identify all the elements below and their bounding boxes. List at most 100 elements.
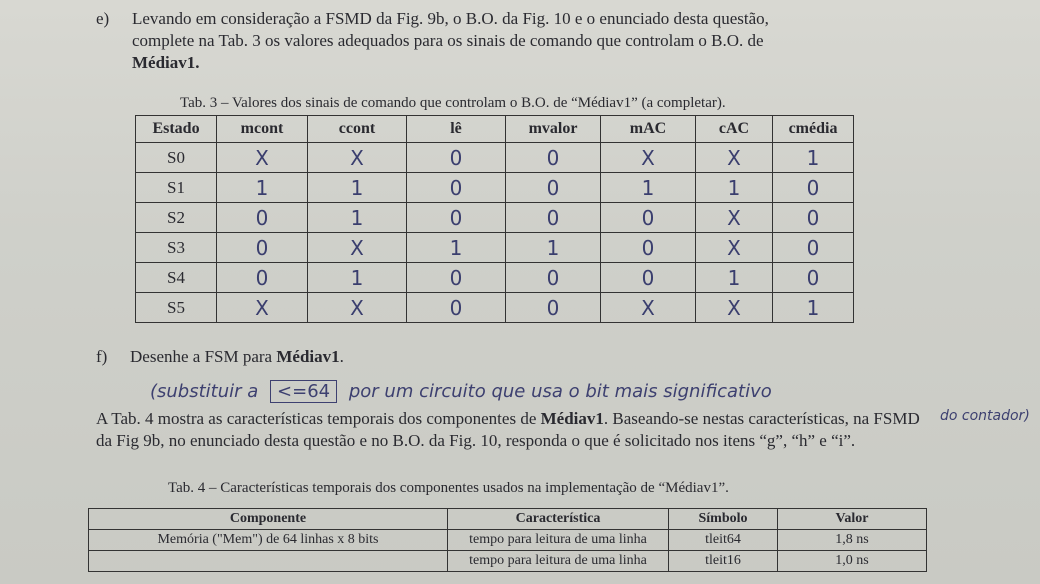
- tab3-row: S5 X X 0 0 X X 1: [135, 292, 854, 323]
- handwritten-note-part1: (substituir a: [150, 381, 259, 402]
- tab3-header: mvalor: [505, 115, 601, 143]
- tab4-table: Componente Característica Símbolo Valor …: [88, 508, 927, 572]
- tab4-header-row: Componente Característica Símbolo Valor: [88, 508, 927, 530]
- tab3-value-cell: 0: [216, 262, 308, 293]
- tab3-state-cell: S5: [135, 292, 217, 323]
- tab3-value-cell: 0: [600, 262, 696, 293]
- question-f-end: .: [339, 347, 344, 366]
- tab3-value-cell: 1: [505, 232, 601, 263]
- tab3-value-cell: 0: [406, 172, 506, 203]
- tab4-cell: Memória ("Mem") de 64 linhas x 8 bits: [88, 529, 448, 551]
- tab3-state-cell: S4: [135, 262, 217, 293]
- tab4-cell: [88, 550, 448, 572]
- tab3-value-cell: 1: [600, 172, 696, 203]
- tab4-header: Característica: [447, 508, 669, 530]
- tab3-value-cell: X: [695, 292, 773, 323]
- tab3-header: lê: [406, 115, 506, 143]
- tab3-value-cell: 0: [505, 292, 601, 323]
- tab3-row: S0 X X 0 0 X X 1: [135, 142, 854, 173]
- handwritten-note-box: <=64: [270, 380, 338, 403]
- tab3-value-cell: X: [307, 292, 407, 323]
- tab3-value-cell: X: [307, 142, 407, 173]
- tab3-value-cell: 1: [406, 232, 506, 263]
- tab3-value-cell: 0: [772, 262, 854, 293]
- tab3-value-cell: 0: [505, 262, 601, 293]
- tab3-header: mcont: [216, 115, 308, 143]
- tab3-header: Estado: [135, 115, 217, 143]
- tab3-value-cell: 0: [505, 142, 601, 173]
- tab4-header: Valor: [777, 508, 927, 530]
- tab3-header: cmédia: [772, 115, 854, 143]
- tab3-value-cell: 0: [406, 142, 506, 173]
- question-e-line2: complete na Tab. 3 os valores adequados …: [132, 31, 764, 50]
- tab3-value-cell: X: [216, 142, 308, 173]
- tab4-header: Símbolo: [668, 508, 778, 530]
- tab3-value-cell: X: [695, 202, 773, 233]
- tab3-value-cell: 0: [772, 232, 854, 263]
- tab4-row: Memória ("Mem") de 64 linhas x 8 bits te…: [88, 529, 927, 551]
- tab3-state-cell: S2: [135, 202, 217, 233]
- tab3-value-cell: 1: [307, 202, 407, 233]
- tab3-value-cell: 0: [600, 202, 696, 233]
- tab3-value-cell: 1: [695, 262, 773, 293]
- handwritten-note-part2: por um circuito que usa o bit mais signi…: [348, 381, 772, 402]
- tab4-cell: tempo para leitura de uma linha: [447, 529, 669, 551]
- tab3-header: cAC: [695, 115, 773, 143]
- tab3-value-cell: 1: [772, 292, 854, 323]
- tab3-header-row: Estado mcont ccont lê mvalor mAC cAC cmé…: [135, 115, 854, 143]
- tab3-value-cell: 0: [772, 172, 854, 203]
- question-e-line3: Médiav1.: [132, 53, 200, 72]
- tab4-cell: tleit64: [668, 529, 778, 551]
- tab4-header: Componente: [88, 508, 448, 530]
- question-f-bold: Médiav1: [276, 347, 340, 366]
- tab3-value-cell: 1: [772, 142, 854, 173]
- tab3-state-cell: S3: [135, 232, 217, 263]
- tab4-cell: tleit16: [668, 550, 778, 572]
- tab3-value-cell: X: [600, 292, 696, 323]
- document-page: e) Levando em consideração a FSMD da Fig…: [0, 0, 1040, 584]
- paragraph-part1: A Tab. 4 mostra as características tempo…: [96, 409, 541, 428]
- tab3-value-cell: X: [695, 232, 773, 263]
- tab3-state-cell: S0: [135, 142, 217, 173]
- question-f-text: Desenhe a FSM para: [130, 347, 277, 366]
- tab3-value-cell: 0: [406, 292, 506, 323]
- paragraph-bold: Médiav1: [540, 409, 604, 428]
- tab3-value-cell: 0: [505, 172, 601, 203]
- question-f-label: f): [96, 347, 108, 366]
- tab3-value-cell: 0: [216, 202, 308, 233]
- tab4-caption: Tab. 4 – Características temporais dos c…: [168, 480, 729, 496]
- tab3-value-cell: 0: [216, 232, 308, 263]
- tab4-row: tempo para leitura de uma linha tleit16 …: [88, 550, 927, 572]
- question-e-label: e): [96, 9, 110, 28]
- handwritten-note: (substituir a <=64 por um circuito que u…: [150, 380, 772, 403]
- tab3-value-cell: 0: [600, 232, 696, 263]
- tab4-cell: 1,0 ns: [777, 550, 927, 572]
- tab3-value-cell: X: [307, 232, 407, 263]
- tab3-value-cell: 0: [406, 202, 506, 233]
- tab3-value-cell: X: [695, 142, 773, 173]
- tab4-cell: tempo para leitura de uma linha: [447, 550, 669, 572]
- tab3-value-cell: 0: [772, 202, 854, 233]
- tab3-row: S4 0 1 0 0 0 1 0: [135, 262, 854, 293]
- tab3-value-cell: 1: [216, 172, 308, 203]
- tab3-state-cell: S1: [135, 172, 217, 203]
- tab3-value-cell: X: [216, 292, 308, 323]
- tab3-header: mAC: [600, 115, 696, 143]
- paragraph-tab4-intro: A Tab. 4 mostra as características tempo…: [96, 408, 926, 452]
- tab3-row: S2 0 1 0 0 0 X 0: [135, 202, 854, 233]
- question-e-line1: Levando em consideração a FSMD da Fig. 9…: [132, 9, 769, 28]
- tab3-value-cell: 1: [307, 262, 407, 293]
- question-e-text: Levando em consideração a FSMD da Fig. 9…: [132, 8, 892, 74]
- tab3-value-cell: 0: [406, 262, 506, 293]
- tab3-value-cell: 0: [505, 202, 601, 233]
- tab3-value-cell: 1: [307, 172, 407, 203]
- tab3-value-cell: X: [600, 142, 696, 173]
- tab3-table: Estado mcont ccont lê mvalor mAC cAC cmé…: [135, 115, 854, 323]
- tab4-cell: 1,8 ns: [777, 529, 927, 551]
- handwritten-note-end: do contador): [940, 408, 1030, 424]
- tab3-value-cell: 1: [695, 172, 773, 203]
- tab3-row: S1 1 1 0 0 1 1 0: [135, 172, 854, 203]
- tab3-caption: Tab. 3 – Valores dos sinais de comando q…: [180, 95, 726, 111]
- tab3-row: S3 0 X 1 1 0 X 0: [135, 232, 854, 263]
- tab3-header: ccont: [307, 115, 407, 143]
